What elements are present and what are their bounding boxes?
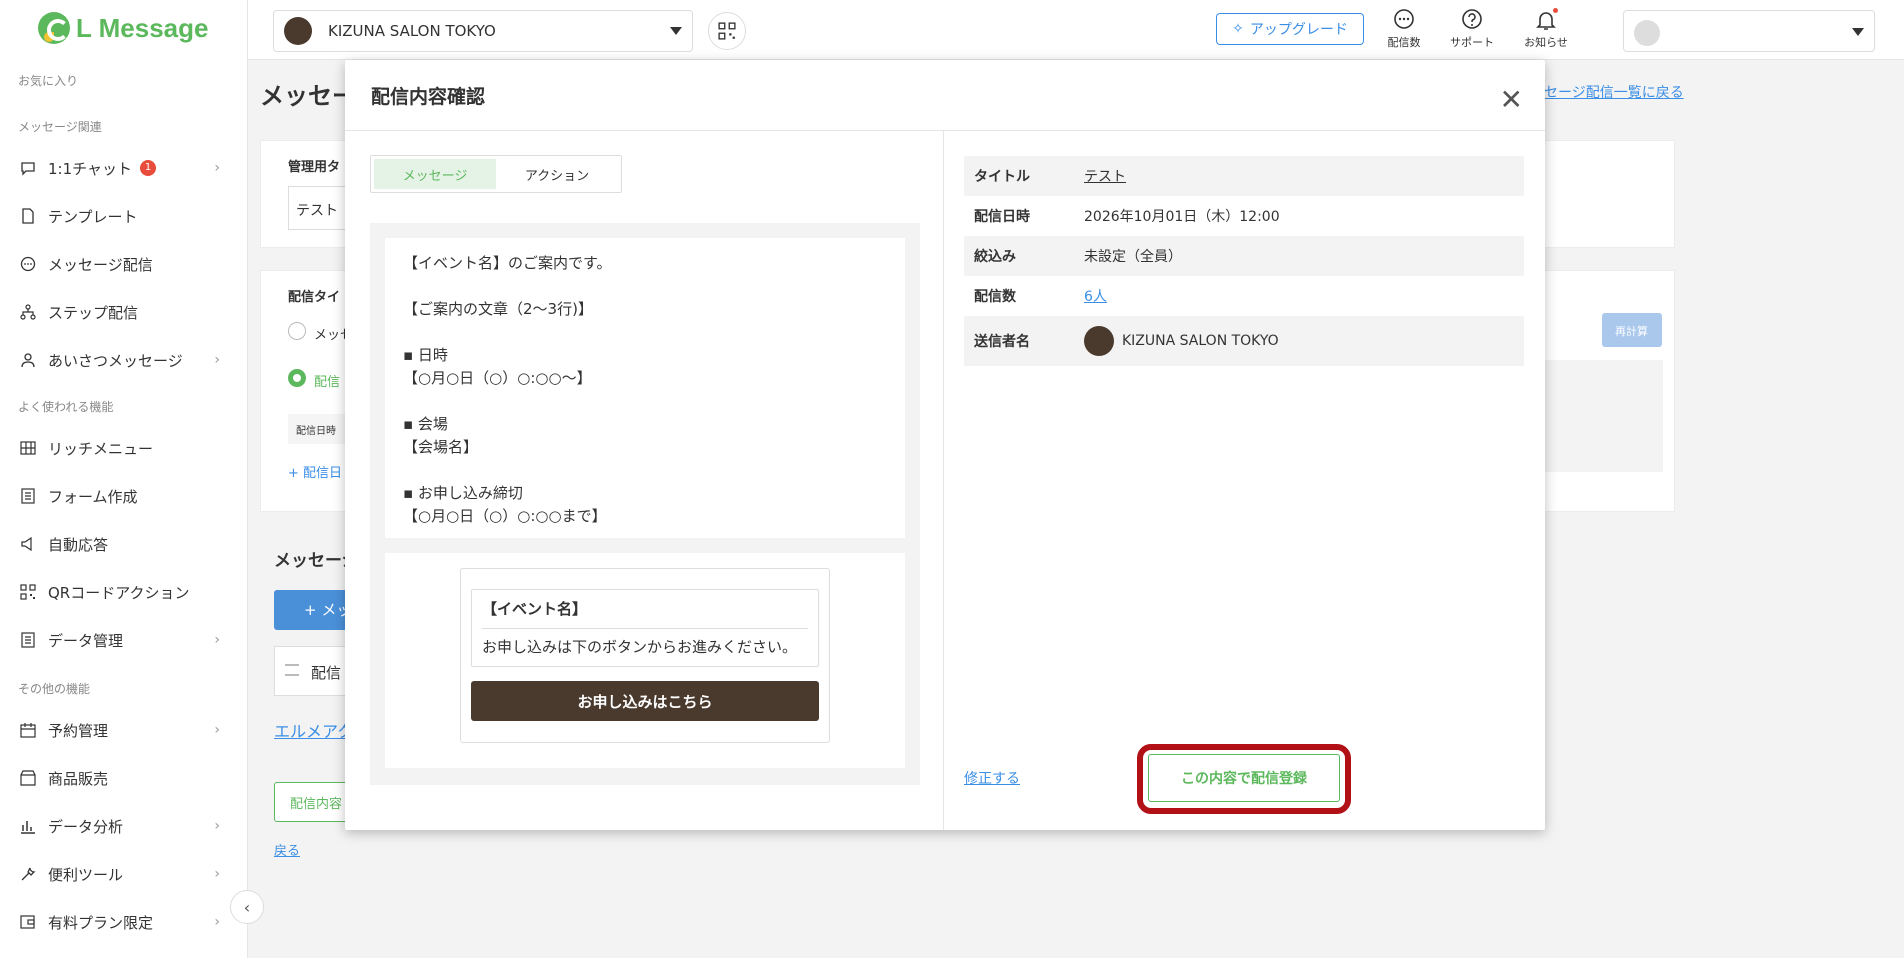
info-row-filter: 絞込み 未設定（全員） (964, 236, 1524, 276)
sender-label: 送信者名 (974, 334, 1030, 350)
card-divider (482, 628, 808, 629)
close-icon[interactable]: ✕ (1500, 86, 1523, 114)
card-message: 【イベント名】 お申し込みは下のボタンからお進みください。 お申し込みはこちら (460, 568, 830, 743)
info-row-date: 配信日時 2026年10月01日（木）12:00 (964, 196, 1524, 236)
filter-label: 絞込み (974, 249, 1016, 265)
card-body: お申し込みは下のボタンからお進みください。 (482, 638, 798, 656)
card-apply-button[interactable]: お申し込みはこちら (471, 681, 819, 721)
info-row-sender: 送信者名 KIZUNA SALON TOKYO (964, 316, 1524, 366)
message-text: 【イベント名】のご案内です。 【ご案内の文章（2〜3行)】 ▪ 日時 【○月○日… (385, 238, 905, 538)
modal-title: 配信内容確認 (371, 86, 486, 108)
tab-message[interactable]: メッセージ (374, 159, 496, 189)
card-title: 【イベント名】 (482, 600, 588, 618)
edit-link[interactable]: 修正する (964, 768, 1020, 788)
card-content: 【イベント名】 お申し込みは下のボタンからお進みください。 (471, 589, 819, 667)
title-label: タイトル (974, 169, 1030, 185)
tab-action[interactable]: アクション (496, 159, 618, 189)
confirm-modal: 配信内容確認 ✕ メッセージ アクション 【イベント名】のご案内です。 【ご案内… (345, 60, 1545, 830)
delivery-info-table: タイトル テスト 配信日時 2026年10月01日（木）12:00 絞込み 未設… (964, 156, 1524, 366)
date-value: 2026年10月01日（木）12:00 (1084, 209, 1280, 225)
info-row-count: 配信数 6人 (964, 276, 1524, 316)
count-value[interactable]: 6人 (1084, 286, 1107, 306)
sender-value-wrap: KIZUNA SALON TOKYO (1084, 326, 1279, 356)
count-label: 配信数 (974, 289, 1016, 305)
preview-tabs: メッセージ アクション (370, 155, 622, 193)
submit-delivery-button[interactable]: この内容で配信登録 (1148, 754, 1340, 802)
date-label: 配信日時 (974, 209, 1030, 225)
message-preview: 【イベント名】のご案内です。 【ご案内の文章（2〜3行)】 ▪ 日時 【○月○日… (370, 223, 920, 785)
modal-header-divider (345, 130, 1545, 131)
card-preview: 【イベント名】 お申し込みは下のボタンからお進みください。 お申し込みはこちら (385, 553, 905, 768)
info-row-title: タイトル テスト (964, 156, 1524, 196)
modal-column-divider (943, 131, 944, 830)
filter-value: 未設定（全員） (1084, 249, 1182, 265)
sender-avatar (1084, 326, 1114, 356)
sender-value: KIZUNA SALON TOKYO (1122, 333, 1279, 349)
title-value[interactable]: テスト (1084, 166, 1126, 186)
